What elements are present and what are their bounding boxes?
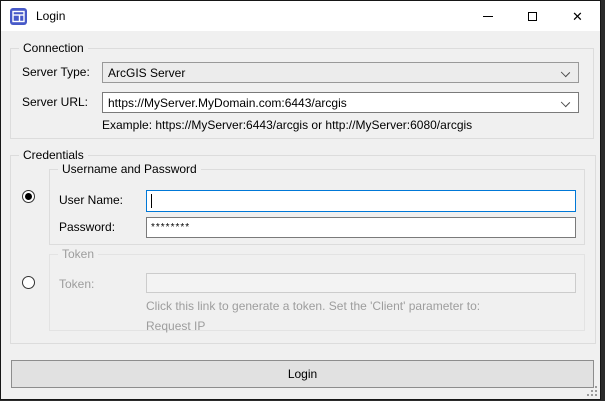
username-input[interactable] bbox=[146, 190, 576, 212]
server-url-value: https://MyServer.MyDomain.com:6443/arcgi… bbox=[108, 96, 347, 110]
minimize-button[interactable] bbox=[465, 1, 510, 31]
credentials-legend: Credentials bbox=[19, 148, 88, 163]
token-help-text: Click this link to generate a token. Set… bbox=[146, 299, 480, 313]
server-url-combobox[interactable]: https://MyServer.MyDomain.com:6443/arcgi… bbox=[102, 92, 579, 113]
server-url-label: Server URL: bbox=[22, 95, 88, 109]
login-button[interactable]: Login bbox=[11, 360, 594, 388]
resize-grip[interactable] bbox=[586, 385, 597, 396]
minimize-icon bbox=[483, 16, 493, 17]
server-type-label: Server Type: bbox=[22, 65, 90, 79]
token-radio[interactable] bbox=[22, 276, 35, 289]
username-password-radio[interactable] bbox=[22, 190, 35, 203]
text-caret bbox=[151, 194, 152, 208]
token-label: Token: bbox=[59, 277, 94, 291]
chevron-down-icon bbox=[561, 98, 570, 107]
password-label: Password: bbox=[59, 220, 115, 234]
token-legend: Token bbox=[58, 247, 98, 262]
username-password-legend: Username and Password bbox=[58, 162, 201, 177]
server-type-value: ArcGIS Server bbox=[108, 66, 185, 80]
login-dialog: Login ✕ Connection Server Type: ArcGIS S… bbox=[0, 0, 601, 400]
username-label: User Name: bbox=[59, 193, 123, 207]
window-title: Login bbox=[36, 9, 65, 23]
connection-legend: Connection bbox=[19, 41, 88, 56]
password-input[interactable] bbox=[146, 217, 576, 238]
token-request-ip-link[interactable]: Request IP bbox=[146, 319, 205, 333]
maximize-icon bbox=[528, 12, 537, 21]
close-button[interactable]: ✕ bbox=[555, 1, 600, 31]
title-bar[interactable]: Login ✕ bbox=[1, 1, 600, 31]
server-url-example: Example: https://MyServer:6443/arcgis or… bbox=[102, 118, 472, 132]
server-type-dropdown[interactable]: ArcGIS Server bbox=[102, 62, 579, 83]
token-input bbox=[146, 273, 576, 293]
chevron-down-icon bbox=[561, 68, 570, 77]
close-icon: ✕ bbox=[572, 10, 583, 23]
app-window-icon bbox=[10, 8, 27, 25]
caption-controls: ✕ bbox=[465, 1, 600, 31]
maximize-button[interactable] bbox=[510, 1, 555, 31]
